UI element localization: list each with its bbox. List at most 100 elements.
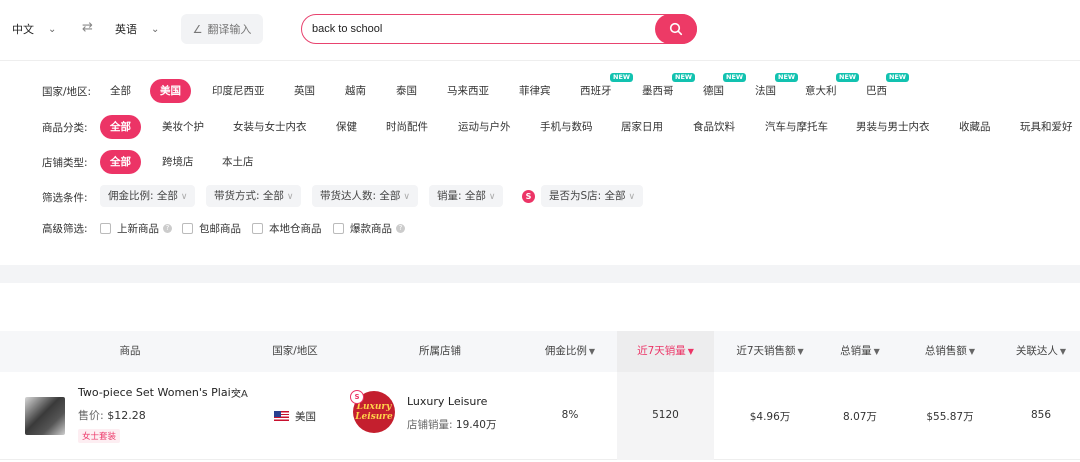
category-option-phones[interactable]: 手机与数码 xyxy=(540,115,593,139)
header-influencers-label: 关联达人 xyxy=(1015,345,1058,357)
country-option-brazil[interactable]: 巴西 NEW xyxy=(866,73,910,103)
country-option-mexico[interactable]: 墨西哥 NEW xyxy=(642,73,696,103)
new-badge: NEW xyxy=(775,73,799,82)
chevron-down-icon: ⌄ xyxy=(48,23,57,35)
country-option-germany[interactable]: 德国 NEW xyxy=(703,73,747,103)
sales-method-select-label: 带货方式: 全部 xyxy=(214,190,284,202)
category-option-fashion-accessories[interactable]: 时尚配件 xyxy=(386,115,428,139)
new-product-checkbox[interactable]: 上新商品? xyxy=(100,221,172,236)
country-option-uk[interactable]: 英国 xyxy=(294,79,315,103)
translate-icon[interactable]: 文A xyxy=(231,385,248,400)
store-sales-label: 店铺销量: xyxy=(407,419,453,431)
new-badge: NEW xyxy=(610,73,634,82)
category-option-home[interactable]: 居家日用 xyxy=(621,115,663,139)
category-option-menswear[interactable]: 男装与男士内衣 xyxy=(856,115,930,139)
sales-7d-cell: 5120 xyxy=(652,409,679,421)
target-language-select[interactable]: 英语 ⌄ xyxy=(115,15,159,43)
country-option-spain[interactable]: 西班牙 NEW xyxy=(580,73,634,103)
chevron-down-icon: ∨ xyxy=(180,192,188,202)
hot-product-label: 爆款商品 xyxy=(350,222,392,235)
influencer-count-select[interactable]: 带货达人数: 全部 ∨ xyxy=(312,185,418,207)
category-option-collectibles[interactable]: 收藏品 xyxy=(959,115,991,139)
s-store-select[interactable]: 是否为S店: 全部 ∨ xyxy=(541,185,644,207)
country-option-thailand[interactable]: 泰国 xyxy=(396,79,417,103)
header-total-revenue[interactable]: 总销售额 ▼ xyxy=(905,331,995,372)
checkbox[interactable] xyxy=(333,222,344,234)
checkbox[interactable] xyxy=(100,222,111,234)
product-name[interactable]: Two-piece Set Women's Plai··· xyxy=(78,386,241,399)
s-store-select-label: 是否为S店: 全部 xyxy=(549,190,626,202)
country-option-philippines[interactable]: 菲律宾 xyxy=(519,79,551,103)
country-option-all[interactable]: 全部 xyxy=(110,79,131,103)
info-icon[interactable]: ? xyxy=(396,223,405,233)
category-option-beauty[interactable]: 美妆个护 xyxy=(162,115,204,139)
country-option-malaysia[interactable]: 马来西亚 xyxy=(447,79,489,103)
country-option-vietnam[interactable]: 越南 xyxy=(345,79,366,103)
source-language-label: 中文 xyxy=(12,23,34,36)
price-value: $12.28 xyxy=(107,409,146,422)
translate-bar: 中文 ⌄ ⇄ 英语 ⌄ ∠ 翻译输入 xyxy=(0,0,1080,60)
category-option-all[interactable]: 全部 xyxy=(100,115,141,139)
country-option-label: 巴西 xyxy=(866,85,887,97)
chevron-down-icon: ∨ xyxy=(488,192,496,202)
country-option-france[interactable]: 法国 NEW xyxy=(755,73,799,103)
category-option-food[interactable]: 食品饮料 xyxy=(693,115,735,139)
store-type-option-all[interactable]: 全部 xyxy=(100,150,141,174)
checkbox[interactable] xyxy=(252,222,263,234)
advanced-filter-label: 高级筛选: xyxy=(42,222,88,235)
header-influencers[interactable]: 关联达人 ▼ xyxy=(1005,331,1077,372)
store-sales-value: 19.40万 xyxy=(455,419,497,431)
target-language-label: 英语 xyxy=(115,23,137,36)
category-option-toys[interactable]: 玩具和爱好 xyxy=(1020,115,1073,139)
category-option-womenswear[interactable]: 女装与女士内衣 xyxy=(233,115,307,139)
chevron-down-icon: ∨ xyxy=(403,192,410,202)
country-option-us[interactable]: 美国 xyxy=(150,79,191,103)
header-total-sales[interactable]: 总销量 ▼ xyxy=(825,331,895,372)
category-filter-row: 商品分类: 全部 美妆个护 女装与女士内衣 保健 时尚配件 运动与户外 手机与数… xyxy=(0,114,1080,140)
chevron-down-icon: ∨ xyxy=(628,192,636,202)
category-option-sports[interactable]: 运动与户外 xyxy=(458,115,511,139)
header-revenue-7d[interactable]: 近7天销售额 ▼ xyxy=(720,331,820,372)
store-sales: 店铺销量: 19.40万 xyxy=(407,417,496,432)
advanced-filter-row: 高级筛选: 上新商品? 包邮商品 本地仓商品 爆款商品? xyxy=(0,215,1080,241)
sales-method-select[interactable]: 带货方式: 全部 ∨ xyxy=(206,185,302,207)
new-badge: NEW xyxy=(672,73,696,82)
sales-select[interactable]: 销量: 全部 ∨ xyxy=(429,185,504,207)
search-button[interactable] xyxy=(655,13,697,44)
header-revenue-7d-label: 近7天销售额 xyxy=(736,345,796,357)
country-option-label: 德国 xyxy=(703,85,724,97)
product-thumbnail[interactable] xyxy=(25,397,65,435)
header-store: 所属店铺 xyxy=(419,345,461,357)
new-badge: NEW xyxy=(723,73,747,82)
table-row[interactable]: Two-piece Set Women's Plai··· 文A 售价: $12… xyxy=(0,372,1080,460)
chevron-down-icon: ⌄ xyxy=(151,23,160,35)
free-shipping-checkbox[interactable]: 包邮商品 xyxy=(182,221,241,236)
country-option-label: 墨西哥 xyxy=(642,85,674,97)
checkbox[interactable] xyxy=(182,222,193,234)
search-box xyxy=(301,13,697,44)
header-sales-7d[interactable]: 近7天销量 ▼ xyxy=(617,331,714,372)
search-input[interactable] xyxy=(312,20,642,38)
new-badge: NEW xyxy=(836,73,860,82)
country-option-italy[interactable]: 意大利 NEW xyxy=(805,73,860,103)
category-option-health[interactable]: 保健 xyxy=(336,115,357,139)
store-type-option-cross-border[interactable]: 跨境店 xyxy=(162,150,194,174)
conditions-filter-label: 筛选条件: xyxy=(42,191,88,204)
commission-select[interactable]: 佣金比例: 全部 ∨ xyxy=(100,185,196,207)
new-product-label: 上新商品 xyxy=(117,222,159,235)
us-flag-icon xyxy=(274,411,289,421)
country-option-label: 意大利 xyxy=(805,85,837,97)
country-option-indonesia[interactable]: 印度尼西亚 xyxy=(212,79,265,103)
swap-icon[interactable]: ⇄ xyxy=(82,20,93,35)
source-language-select[interactable]: 中文 ⌄ xyxy=(12,15,56,43)
hot-product-checkbox[interactable]: 爆款商品? xyxy=(333,221,405,236)
header-country: 国家/地区 xyxy=(272,345,318,357)
section-divider xyxy=(0,265,1080,283)
local-warehouse-checkbox[interactable]: 本地仓商品 xyxy=(252,221,322,236)
category-option-auto[interactable]: 汽车与摩托车 xyxy=(765,115,828,139)
translate-input-button[interactable]: ∠ 翻译输入 xyxy=(181,14,263,44)
info-icon[interactable]: ? xyxy=(163,223,172,233)
store-type-option-local[interactable]: 本土店 xyxy=(222,150,254,174)
store-name[interactable]: Luxury Leisure xyxy=(407,395,487,408)
header-commission[interactable]: 佣金比例 ▼ xyxy=(525,331,615,372)
